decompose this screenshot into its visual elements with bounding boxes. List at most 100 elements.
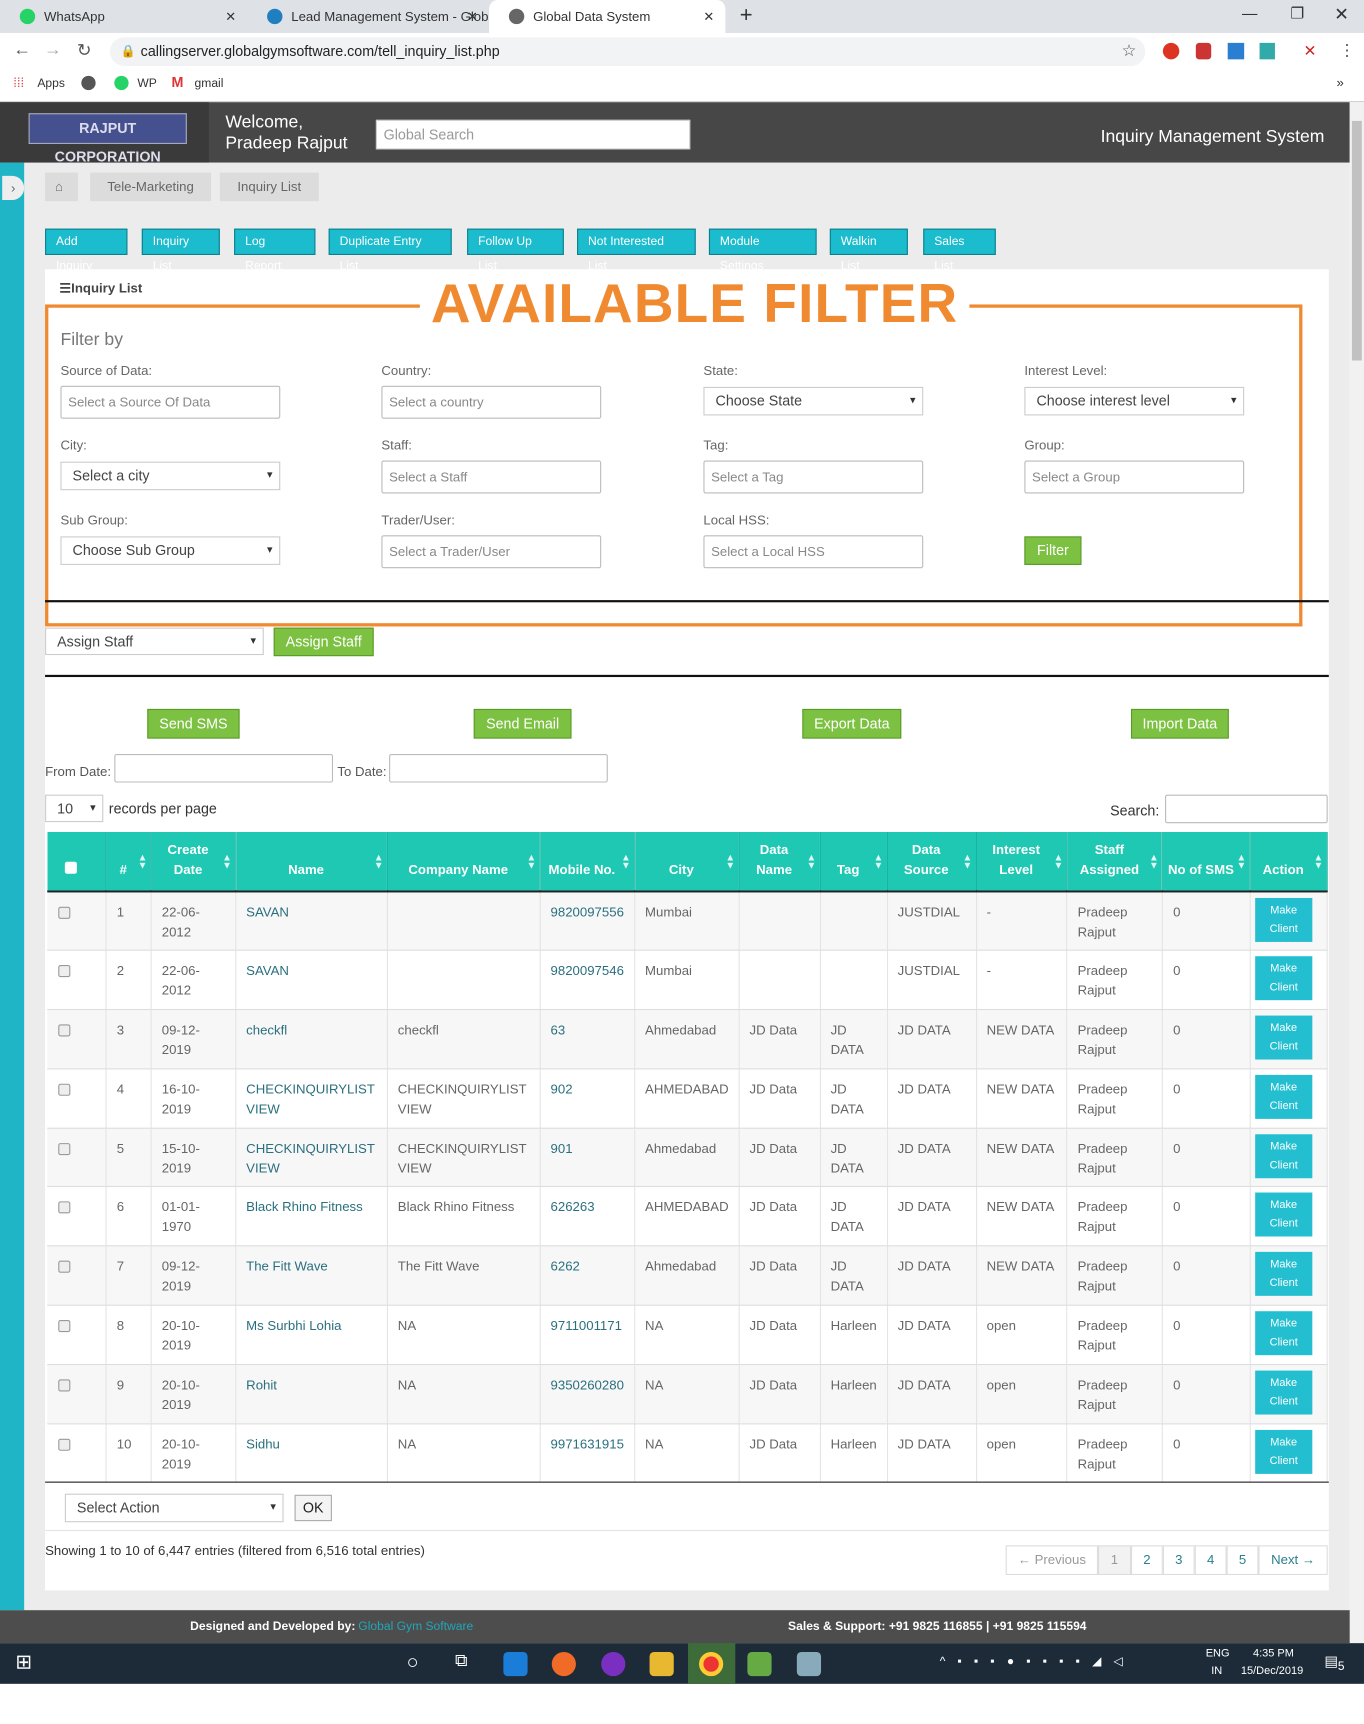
row-checkbox[interactable] bbox=[58, 1260, 71, 1274]
filter-country-input[interactable]: Select a country bbox=[381, 385, 602, 419]
assign-staff-button[interactable]: Assign Staff bbox=[273, 627, 374, 657]
cell-mobile-no-[interactable]: 9350260280 bbox=[540, 1364, 636, 1425]
close-tab-icon[interactable]: ✕ bbox=[703, 0, 714, 33]
cell-mobile-no-[interactable]: 63 bbox=[540, 1009, 636, 1070]
select-all-checkbox[interactable] bbox=[64, 861, 78, 874]
file-explorer-icon[interactable] bbox=[649, 1651, 674, 1677]
sort-icon[interactable]: ▲ ▼ bbox=[374, 852, 384, 870]
extension-icon[interactable] bbox=[1227, 42, 1245, 60]
new-tab-button[interactable]: + bbox=[740, 3, 753, 28]
pagination-page[interactable]: 5 bbox=[1226, 1545, 1259, 1576]
column-header[interactable]: Data Name ▲ ▼ bbox=[739, 832, 821, 892]
make-client-button[interactable]: Make Client bbox=[1255, 1370, 1313, 1415]
cell-mobile-no-[interactable]: 6262 bbox=[540, 1246, 636, 1306]
filter-interest-level-select[interactable]: Choose interest level bbox=[1024, 386, 1245, 416]
from-date-input[interactable] bbox=[114, 753, 334, 783]
column-header[interactable]: Name ▲ ▼ bbox=[235, 832, 388, 892]
row-checkbox[interactable] bbox=[58, 1083, 71, 1096]
cell-mobile-no-[interactable]: 9820097556 bbox=[540, 891, 636, 952]
export-data-button[interactable]: Export Data bbox=[802, 708, 902, 739]
cell-mobile-no-[interactable]: 9971631915 bbox=[540, 1423, 636, 1484]
star-icon[interactable]: ☆ bbox=[1122, 37, 1137, 66]
bookmark-icon[interactable] bbox=[81, 75, 96, 91]
extension-icon[interactable] bbox=[1195, 42, 1212, 60]
nav-log-report[interactable]: Log Report bbox=[234, 228, 316, 273]
tab-lead-management[interactable]: Lead Management System - Glob ✕ bbox=[247, 0, 489, 33]
global-search-input[interactable]: Global Search bbox=[375, 119, 691, 150]
make-client-button[interactable]: Make Client bbox=[1255, 1252, 1313, 1297]
cell-name[interactable]: SAVAN bbox=[235, 891, 388, 952]
sort-icon[interactable]: ▲ ▼ bbox=[526, 852, 536, 870]
column-header[interactable]: Company Name ▲ ▼ bbox=[387, 832, 541, 892]
column-header[interactable]: Create Date ▲ ▼ bbox=[151, 832, 237, 892]
scrollbar-thumb[interactable] bbox=[1351, 120, 1362, 361]
column-header[interactable]: Tag ▲ ▼ bbox=[820, 832, 888, 892]
pagination-page[interactable]: 3 bbox=[1162, 1545, 1195, 1576]
sort-icon[interactable]: ▲ ▼ bbox=[621, 852, 631, 870]
make-client-button[interactable]: Make Client bbox=[1255, 956, 1313, 1001]
sort-icon[interactable]: ▲ ▼ bbox=[1149, 852, 1159, 870]
pagination-page[interactable]: 2 bbox=[1130, 1545, 1163, 1576]
cell-name[interactable]: Black Rhino Fitness bbox=[235, 1187, 388, 1247]
column-header[interactable]: Data Source ▲ ▼ bbox=[887, 832, 977, 892]
filter-source-of-data-input[interactable]: Select a Source Of Data bbox=[60, 385, 281, 419]
table-search-input[interactable] bbox=[1165, 794, 1328, 824]
filter-tag-input[interactable]: Select a Tag bbox=[703, 460, 924, 494]
column-header[interactable]: Staff Assigned ▲ ▼ bbox=[1067, 832, 1164, 892]
breadcrumb-inquiry-list[interactable]: Inquiry List bbox=[219, 172, 319, 202]
make-client-button[interactable]: Make Client bbox=[1255, 1074, 1313, 1119]
tab-whatsapp[interactable]: WhatsApp ✕ bbox=[0, 0, 247, 33]
url-bar[interactable]: 🔒 callingserver.globalgymsoftware.com/tel… bbox=[109, 37, 1146, 66]
cell-mobile-no-[interactable]: 901 bbox=[540, 1127, 636, 1188]
row-checkbox[interactable] bbox=[58, 965, 71, 978]
records-per-page-select[interactable]: 10 bbox=[45, 794, 104, 823]
bookmark-gmail[interactable]: gmail bbox=[195, 77, 224, 90]
extension-icon[interactable]: ✕ bbox=[1304, 42, 1317, 61]
close-tab-icon[interactable]: ✕ bbox=[467, 0, 478, 33]
firefox-icon[interactable] bbox=[551, 1651, 576, 1677]
import-data-button[interactable]: Import Data bbox=[1130, 708, 1229, 739]
row-checkbox[interactable] bbox=[58, 1320, 71, 1333]
filter-group-input[interactable]: Select a Group bbox=[1024, 460, 1245, 494]
task-view-icon[interactable]: ⧉ bbox=[455, 1652, 468, 1672]
tab-global-data-system[interactable]: Global Data System ✕ bbox=[489, 0, 726, 33]
cell-name[interactable]: Sidhu bbox=[235, 1423, 388, 1484]
row-checkbox[interactable] bbox=[58, 1024, 71, 1037]
close-tab-icon[interactable]: ✕ bbox=[225, 0, 236, 33]
make-client-button[interactable]: Make Client bbox=[1255, 1015, 1313, 1060]
column-header[interactable]: Action ▲ ▼ bbox=[1250, 832, 1328, 892]
pagination-page[interactable]: 4 bbox=[1194, 1545, 1227, 1576]
bulk-action-select[interactable]: Select Action bbox=[64, 1493, 284, 1523]
extension-icon[interactable] bbox=[1162, 42, 1180, 60]
bulk-ok-button[interactable]: OK bbox=[294, 1494, 332, 1522]
row-checkbox[interactable] bbox=[58, 1438, 71, 1451]
sort-icon[interactable]: ▲ ▼ bbox=[1237, 852, 1247, 870]
filter-sub-group-select[interactable]: Choose Sub Group bbox=[60, 536, 281, 565]
restore-button[interactable]: ❐ bbox=[1290, 4, 1304, 23]
row-checkbox[interactable] bbox=[58, 1201, 71, 1214]
cell-name[interactable]: The Fitt Wave bbox=[235, 1246, 388, 1306]
reload-icon[interactable]: ↻ bbox=[77, 40, 92, 62]
nav-inquiry-list[interactable]: Inquiry List bbox=[141, 228, 220, 273]
cell-name[interactable]: CHECKINQUIRYLIST VIEW bbox=[235, 1127, 388, 1188]
nav-add-inquiry[interactable]: Add Inquiry bbox=[45, 228, 128, 273]
back-icon[interactable]: ← bbox=[13, 41, 31, 61]
make-client-button[interactable]: Make Client bbox=[1255, 1311, 1313, 1356]
column-header[interactable]: # ▲ ▼ bbox=[106, 832, 152, 892]
cell-mobile-no-[interactable]: 626263 bbox=[540, 1187, 636, 1247]
notification-icon[interactable]: ▤5 bbox=[1324, 1653, 1344, 1673]
column-header[interactable]: Mobile No. ▲ ▼ bbox=[540, 832, 636, 892]
cell-mobile-no-[interactable]: 902 bbox=[540, 1068, 636, 1129]
cortana-icon[interactable]: ○ bbox=[407, 1651, 419, 1674]
cell-mobile-no-[interactable]: 9820097546 bbox=[540, 950, 636, 1011]
system-tray-icons[interactable]: ^ ▪ ▪ ▪ ● ▪ ▪ ▪ ▪ ◢ ◁ bbox=[940, 1654, 1127, 1668]
pagination-page[interactable]: 1 bbox=[1098, 1545, 1131, 1576]
pagination-previous[interactable]: ← Previous bbox=[1005, 1545, 1099, 1576]
notepad-icon[interactable] bbox=[747, 1651, 772, 1677]
sort-icon[interactable]: ▲ ▼ bbox=[963, 852, 973, 870]
close-window-button[interactable]: ✕ bbox=[1334, 3, 1349, 25]
send-sms-button[interactable]: Send SMS bbox=[147, 708, 240, 739]
edge-icon[interactable] bbox=[503, 1651, 528, 1677]
assign-staff-select[interactable]: Assign Staff bbox=[45, 627, 264, 656]
to-date-input[interactable] bbox=[389, 753, 608, 783]
